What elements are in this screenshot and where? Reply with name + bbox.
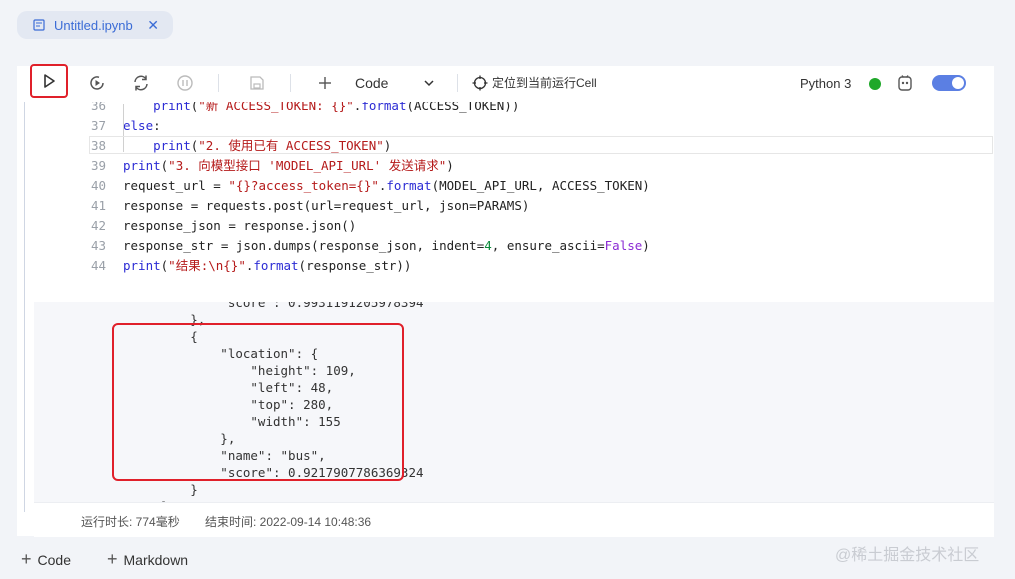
run-button[interactable]: [38, 70, 60, 92]
add-code-label: Code: [37, 551, 71, 568]
kernel-name[interactable]: Python 3: [800, 76, 851, 91]
kernel-icon[interactable]: [896, 74, 914, 97]
code-line[interactable]: 40 request_url = "{}?access_token={}".for…: [34, 176, 994, 196]
tab-title: Untitled.ipynb: [54, 17, 133, 33]
line-number: 41: [90, 198, 106, 213]
line-number: 37: [90, 118, 106, 133]
line-number: 42: [90, 218, 106, 233]
code-line[interactable]: 43 response_str = json.dumps(response_jso…: [34, 236, 994, 256]
line-number: 36: [90, 102, 106, 113]
code-line[interactable]: 39 print("3. 向模型接口 'MODEL_API_URL' 发送请求"): [34, 156, 994, 176]
code-text: response_str = json.dumps(response_json,…: [123, 238, 650, 253]
line-number: 39: [90, 158, 106, 173]
pause-icon: [177, 75, 193, 91]
crosshair-icon: [472, 75, 488, 90]
toolbar-divider: [218, 74, 219, 92]
plus-icon: +: [21, 549, 32, 569]
add-markdown-cell-button[interactable]: + Markdown: [107, 549, 188, 570]
cell-type-value: Code: [355, 75, 389, 91]
tab-untitled-ipynb[interactable]: Untitled.ipynb ✕: [17, 11, 173, 39]
output-highlight-box: [112, 323, 404, 481]
code-line[interactable]: 44 print("结果:\n{}".format(response_str)): [34, 256, 994, 276]
add-markdown-label: Markdown: [123, 551, 189, 568]
notebook-icon: [33, 19, 45, 31]
code-line[interactable]: 36 print("新 ACCESS_TOKEN: {}".format(ACC…: [34, 102, 994, 116]
code-line[interactable]: 37 else:: [34, 116, 994, 136]
locate-running-cell-button[interactable]: 定位到当前运行Cell: [472, 74, 597, 91]
cell-border: [24, 102, 25, 512]
end-time-text: 结束时间: 2022-09-14 10:48:36: [205, 515, 372, 529]
chevron-down-icon[interactable]: [422, 76, 436, 95]
save-button[interactable]: [246, 72, 268, 94]
restart-button[interactable]: [130, 72, 152, 94]
line-number: 40: [90, 178, 106, 193]
run-all-icon: [90, 76, 104, 90]
code-text: print("结果:\n{}".format(response_str)): [123, 258, 412, 273]
output-line: }: [130, 482, 198, 497]
code-text: else:: [123, 118, 161, 133]
runtime-text: 运行时长: 774毫秒: [81, 515, 180, 529]
close-icon[interactable]: ✕: [147, 17, 159, 34]
toolbar-divider: [457, 74, 458, 92]
add-code-cell-button[interactable]: + Code: [21, 549, 71, 570]
code-text: print("新 ACCESS_TOKEN: {}".format(ACCESS…: [153, 102, 520, 113]
code-line[interactable]: 41 response = requests.post(url=request_u…: [34, 196, 994, 216]
refresh-icon: [134, 75, 148, 91]
toolbar-divider: [290, 74, 291, 92]
code-text: response = requests.post(url=request_url…: [123, 198, 530, 213]
code-text: print("3. 向模型接口 'MODEL_API_URL' 发送请求"): [123, 158, 454, 173]
toggle-knob: [952, 77, 964, 89]
code-editor[interactable]: 36 print("新 ACCESS_TOKEN: {}".format(ACC…: [34, 102, 994, 302]
watermark: @稀土掘金技术社区: [835, 547, 980, 564]
active-line-highlight: [89, 136, 993, 154]
interrupt-button[interactable]: [174, 72, 196, 94]
toggle-switch[interactable]: [932, 75, 966, 91]
line-number: 44: [90, 258, 106, 273]
code-line[interactable]: 42 response_json = response.json(): [34, 216, 994, 236]
cell-type-select[interactable]: Code: [355, 75, 388, 91]
plus-icon: [319, 77, 331, 89]
play-icon: [44, 74, 55, 88]
line-number: 43: [90, 238, 106, 253]
plus-icon: +: [107, 549, 118, 569]
output-line: "score": 0.9931191205978394: [130, 302, 424, 310]
code-text: request_url = "{}?access_token={}".forma…: [123, 178, 650, 193]
kernel-status-indicator: [869, 78, 881, 90]
save-icon: [250, 76, 264, 90]
add-cell-button[interactable]: [314, 72, 336, 94]
run-all-button[interactable]: [86, 72, 108, 94]
code-text: response_json = response.json(): [123, 218, 357, 233]
locate-label: 定位到当前运行Cell: [492, 76, 597, 90]
